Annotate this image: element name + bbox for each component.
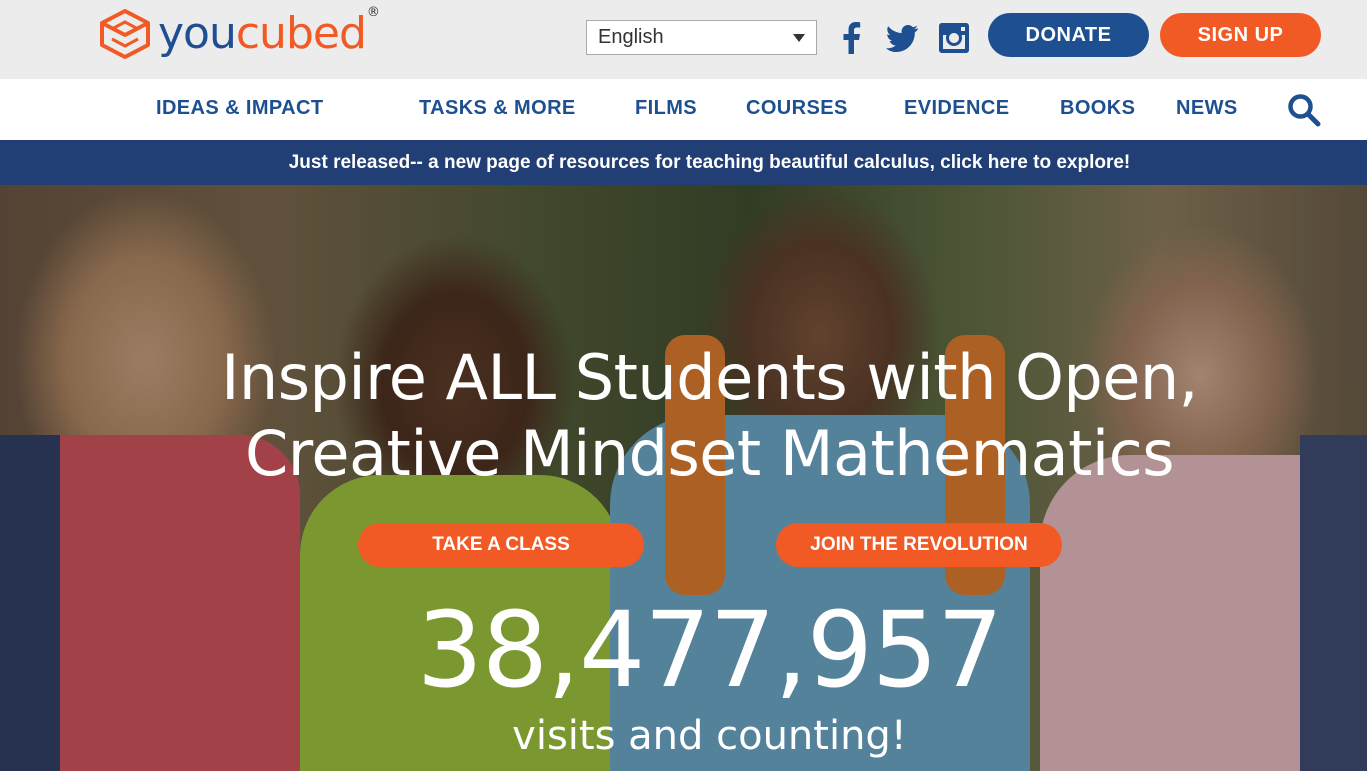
nav-item-news[interactable]: NEWS [1176, 97, 1238, 120]
site-logo[interactable]: youcubed® [98, 6, 380, 62]
hero-headline: Inspire ALL Students with Open, Creative… [0, 340, 1367, 492]
nav-item-books[interactable]: BOOKS [1060, 97, 1135, 120]
visit-counter-caption: visits and counting! [512, 713, 907, 759]
nav-item-tasks-more[interactable]: TASKS & MORE [419, 97, 576, 120]
announcement-banner[interactable]: Just released-- a new page of resources … [0, 140, 1367, 185]
language-select-value: English [598, 26, 664, 48]
chevron-down-icon [793, 34, 805, 42]
nav-item-films[interactable]: FILMS [635, 97, 697, 120]
nav-item-ideas-impact[interactable]: IDEAS & IMPACT [156, 97, 323, 120]
nav-item-evidence[interactable]: EVIDENCE [904, 97, 1009, 120]
search-icon[interactable] [1287, 93, 1321, 127]
logo-text-you: you [158, 8, 237, 59]
visit-counter: 38,477,957 [416, 589, 1003, 711]
language-select[interactable]: English [586, 20, 817, 55]
logo-wordmark: youcubed® [158, 6, 380, 56]
twitter-icon[interactable] [885, 20, 919, 56]
join-the-revolution-button[interactable]: JOIN THE REVOLUTION [776, 523, 1062, 567]
hero-headline-line-2: Creative Mindset Mathematics [244, 417, 1175, 490]
hero-headline-line-1: Inspire ALL Students with Open, [221, 341, 1198, 414]
cube-logo-icon [100, 9, 150, 59]
main-nav: IDEAS & IMPACT TASKS & MORE FILMS COURSE… [0, 79, 1367, 140]
registered-mark: ® [366, 5, 380, 21]
donate-button[interactable]: DONATE [988, 13, 1149, 57]
nav-item-courses[interactable]: COURSES [746, 97, 848, 120]
sign-up-button[interactable]: SIGN UP [1160, 13, 1321, 57]
top-bar: youcubed® English DONATE SIGN UP [0, 0, 1367, 79]
instagram-icon[interactable] [937, 20, 971, 56]
hero-section: Inspire ALL Students with Open, Creative… [0, 185, 1367, 771]
take-a-class-button[interactable]: TAKE A CLASS [358, 523, 644, 567]
logo-text-cubed: cubed [235, 8, 367, 59]
facebook-icon[interactable] [834, 20, 868, 56]
